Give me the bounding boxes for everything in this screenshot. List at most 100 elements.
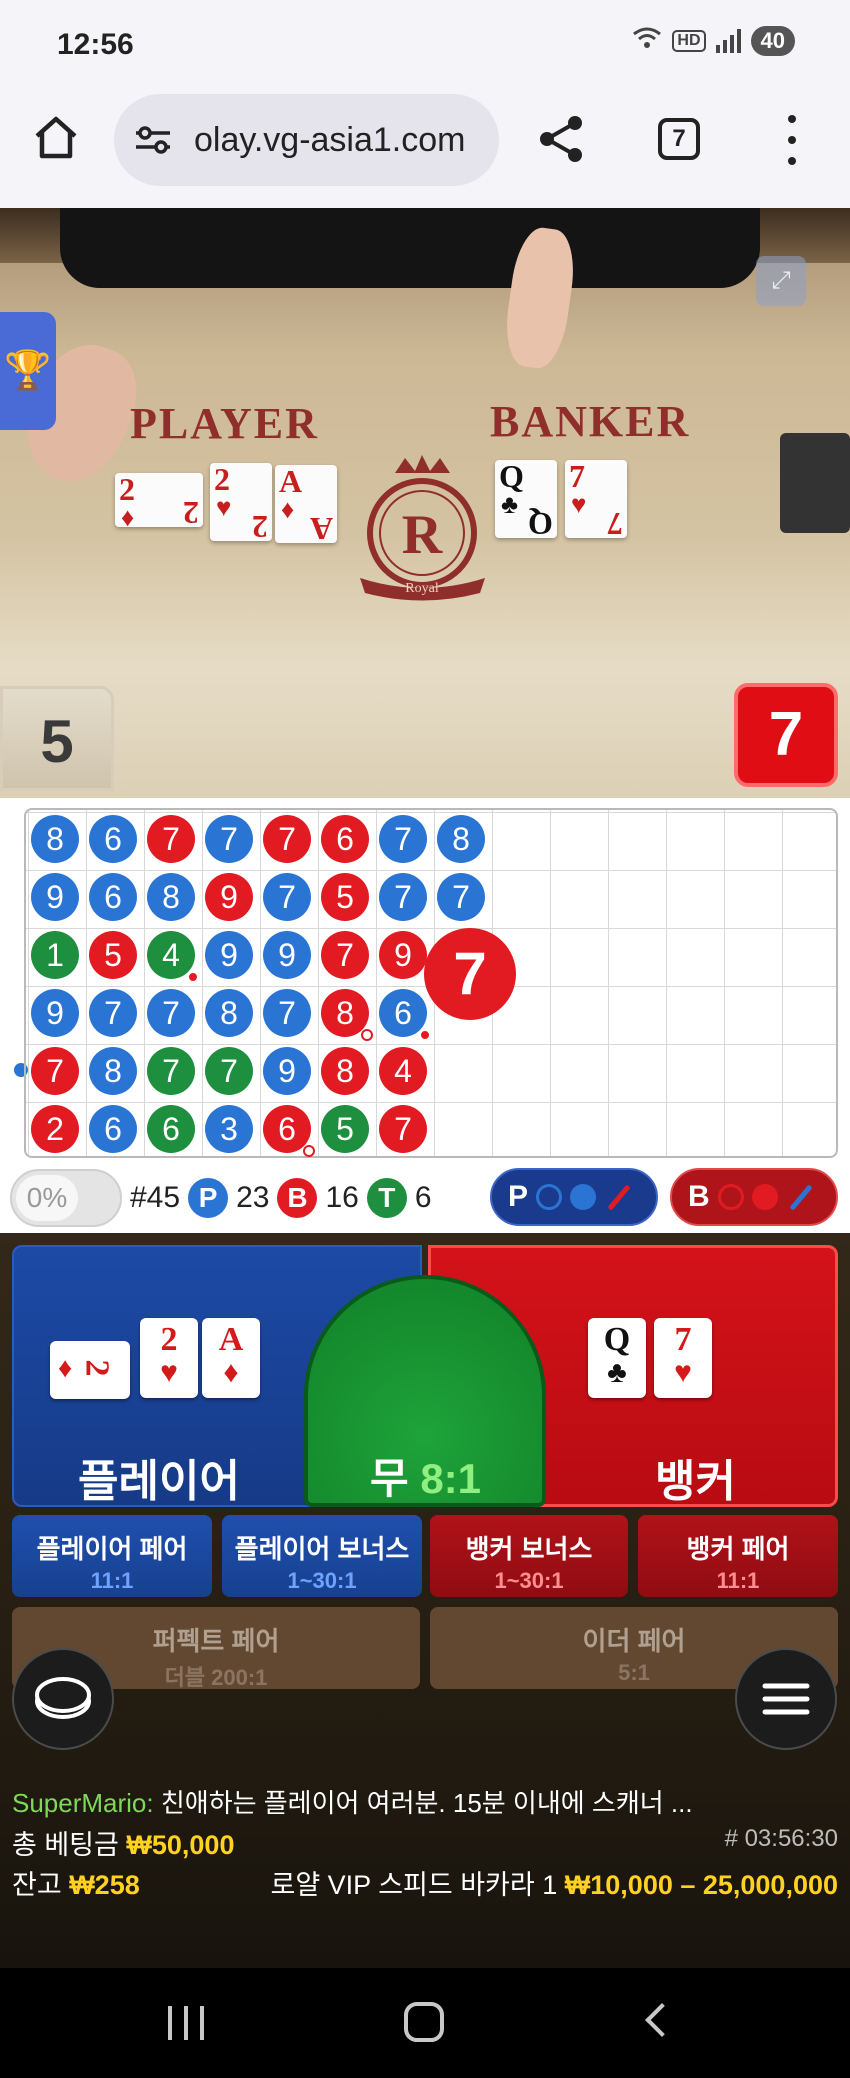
banker-count: 16 [325,1181,359,1214]
road-bead: 7 [379,1105,427,1153]
bead-road[interactable]: 7874697758875669797737899767748768756627… [24,808,838,1158]
recents-button[interactable] [168,2006,204,2040]
hamburger-menu-button[interactable] [735,1648,837,1750]
banker-bonus-bet[interactable]: 뱅커 보너스 1~30:1 [430,1515,628,1597]
banker-pair-bet[interactable]: 뱅커 페어 11:1 [638,1515,838,1597]
road-bead: 7 [263,873,311,921]
road-bead: 8 [89,1047,137,1095]
more-menu-icon[interactable] [784,115,800,165]
player-count-badge: P [188,1178,229,1218]
road-bead: 7 [205,1047,253,1095]
road-bead: 7 [321,931,369,979]
road-bead: 5 [89,931,137,979]
road-bead: 8 [205,989,253,1037]
status-icons: HD 40 [632,26,795,56]
banker-score: 7 [734,683,838,787]
road-stats: 0% #45 P 23 B 16 T 6 P B [0,1166,850,1230]
road-bead: 5 [321,873,369,921]
table-player-card: 2 ♥ 2 [210,461,272,545]
road-bead: 6 [147,1105,195,1153]
site-settings-icon[interactable] [134,124,172,156]
tie-bet-label: 무 8:1 [370,1455,482,1502]
road-bead: 7 [379,815,427,863]
dealer [60,208,760,288]
road-bead: 6 [379,989,431,1041]
road-bead: 9 [263,931,311,979]
status-bar: 12:56 HD 40 [0,0,850,90]
road-bead: 6 [89,815,137,863]
percent-toggle[interactable]: 0% [10,1169,122,1227]
road-bead: 7 [379,873,427,921]
trophy-icon[interactable]: 🏆 [0,312,56,430]
svg-text:Royal: Royal [405,581,439,596]
road-bead: 8 [147,873,195,921]
clock: 12:56 [57,28,134,61]
tab-switcher-button[interactable]: 7 [658,118,700,160]
tie-count-badge: T [366,1178,407,1218]
road-bead: 7 [31,1047,79,1095]
banker-count-badge: B [277,1178,318,1218]
road-bead: 1 [31,931,79,979]
banker-hand-card: 7 ♥ [654,1318,712,1398]
tie-count: 6 [414,1181,432,1214]
road-bead: 8 [31,815,79,863]
road-bead: 7 [437,873,485,921]
share-icon[interactable] [537,114,585,164]
road-bead: 5 [321,1105,369,1153]
player-pair-bet[interactable]: 플레이어 페어 11:1 [12,1515,212,1597]
road-bead: 9 [31,873,79,921]
road-bead: 7 [263,989,311,1037]
chip-menu-button[interactable] [12,1648,114,1750]
balance: 잔고 ₩258 [12,1870,140,1900]
player-prediction-button[interactable]: P [490,1168,658,1226]
road-bead: 4 [379,1047,427,1095]
table-info: 로얄 VIP 스피드 바카라 1 ₩10,000 – 25,000,000 [270,1870,838,1900]
browser-toolbar: olay.vg-asia1.com 7 [0,90,850,208]
road-bead: 6 [89,1105,137,1153]
table-player-card: 2 ♦ 2 [115,471,203,532]
live-video: 🏆 ⤢ PLAYER BANKER R Royal 2 ♦ 2 2 ♥ 2 A ♦ A Q ♣ Q 7… [0,208,850,798]
road-bead: 6 [263,1105,315,1157]
royal-logo: R Royal [360,455,485,601]
back-button[interactable] [645,2003,679,2037]
road-bead: 9 [205,931,253,979]
address-bar[interactable]: olay.vg-asia1.com [114,94,499,186]
system-nav-bar [0,1968,850,2078]
banker-prediction-button[interactable]: B [670,1168,838,1226]
chat-message[interactable]: SuperMario: 친애하는 플레이어 여러분. 15분 이내에 스캐너 .… [12,1783,693,1820]
road-bead: 9 [31,989,79,1037]
road-bead: 6 [89,873,137,921]
road-board: 7874697758875669797737899767748768756627… [0,798,850,1233]
fullscreen-icon[interactable]: ⤢ [756,256,806,306]
road-bead: 9 [263,1047,311,1095]
road-bead: 7 [147,989,195,1037]
table-banker-card: Q ♣ Q [495,458,557,542]
road-bead: 7 [89,989,137,1037]
player-hand-card: 2 ♥ [140,1318,198,1398]
road-bead: 7 [205,815,253,863]
menu-icon [762,1683,810,1715]
road-bead: 8 [321,989,373,1041]
road-bead: 2 [31,1105,79,1153]
table-banker-title: BANKER [490,397,691,446]
card-shoe [780,433,850,533]
home-icon[interactable] [33,114,79,160]
total-bet: 총 베팅금 ₩50,000 [12,1830,235,1860]
signal-icon [715,29,741,53]
player-score: 5 [0,686,114,791]
player-bonus-bet[interactable]: 플레이어 보너스 1~30:1 [222,1515,422,1597]
wifi-icon [632,26,662,56]
road-bead: 8 [321,1047,369,1095]
road-bead: 7 [263,815,311,863]
player-hand-card: ♦ 2 [50,1341,130,1399]
table-player-title: PLAYER [130,399,319,448]
round-id: # 03:56:30 [724,1825,838,1852]
home-button[interactable] [404,2002,444,2042]
road-bead: 4 [147,931,199,983]
battery-indicator: 40 [750,26,795,56]
betting-area: 플레이어 무 8:1 뱅커 플레이어 페어 11:1 플레이어 보너스 1~30:1… [0,1233,850,1968]
latest-result-bead: 7 [424,928,516,1020]
round-number: #45 [130,1181,181,1214]
banker-bet-label: 뱅커 [655,1457,736,1506]
chip-icon [35,1677,91,1719]
